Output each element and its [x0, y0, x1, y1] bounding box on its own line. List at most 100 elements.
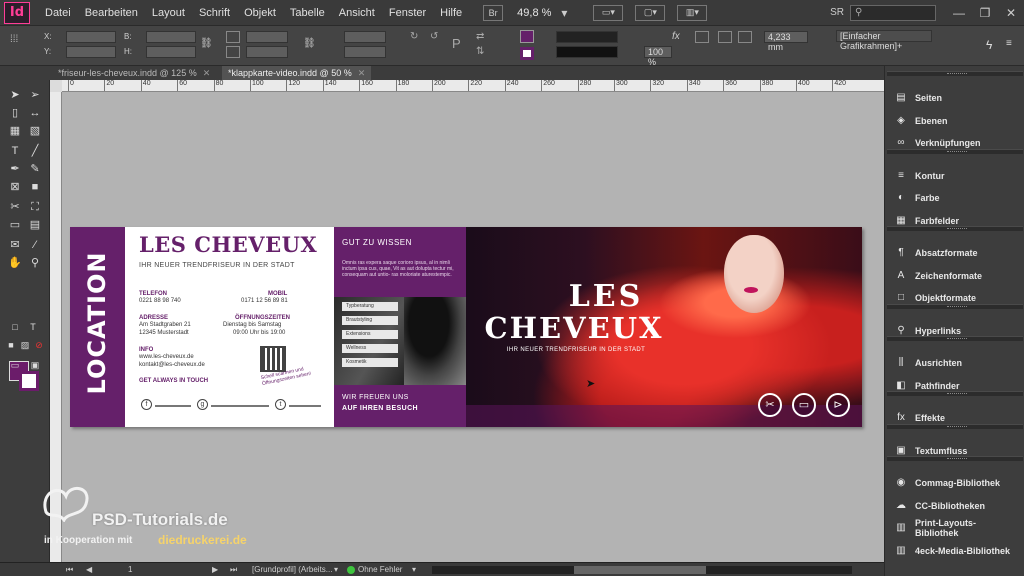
panel-group-separator[interactable]	[887, 71, 1023, 76]
menu-layout[interactable]: Layout	[145, 7, 192, 19]
panel-zeichenformate[interactable]: A Zeichenformate	[893, 268, 1019, 284]
constrain-proportions-icon[interactable]: ⛓	[200, 38, 214, 50]
note-tool-icon[interactable]: ✉	[8, 238, 22, 252]
trifold-spread[interactable]: LOCATION LES CHEVEUX IHR NEUER TRENDFRIS…	[70, 227, 862, 427]
normal-view-icon[interactable]: ▭	[8, 358, 22, 372]
panel-seiten[interactable]: ▤ Seiten	[893, 90, 1019, 106]
grip-handle[interactable]	[947, 458, 967, 460]
panel-ausrichten[interactable]: ⫼ Ausrichten	[893, 355, 1019, 371]
lightning-icon[interactable]: ϟ	[986, 38, 1000, 52]
stroke-swatch[interactable]	[19, 371, 39, 391]
ruler-origin[interactable]	[50, 80, 62, 92]
services-panel[interactable]: GUT ZU WISSEN Omnis ras expera saque cor…	[334, 227, 466, 427]
menu-bearbeiten[interactable]: Bearbeiten	[78, 7, 145, 19]
prev-page-icon[interactable]: ◀	[86, 565, 92, 574]
rotation-field[interactable]	[344, 31, 386, 43]
gradient-swatch-tool-icon[interactable]: ▭	[8, 218, 22, 232]
grip-handle[interactable]	[947, 393, 967, 395]
free-transform-tool-icon[interactable]: ⛶	[28, 200, 42, 214]
fit-content-icon[interactable]	[718, 31, 732, 43]
scrollbar-thumb[interactable]	[574, 566, 706, 574]
menu-hilfe[interactable]: Hilfe	[433, 7, 469, 19]
profile-dropdown[interactable]: [Grundprofil] (Arbeits...	[252, 565, 332, 574]
maximize-icon[interactable]: ❐	[972, 6, 998, 20]
panel-group-separator[interactable]	[887, 456, 1023, 461]
preflight-status[interactable]: Ohne Fehler	[358, 565, 402, 574]
direct-selection-tool-icon[interactable]: ➢	[28, 88, 42, 102]
chevron-down-icon[interactable]: ▾	[334, 565, 338, 574]
panel-absatzformate[interactable]: ¶ Absatzformate	[893, 245, 1019, 261]
hand-tool-icon[interactable]: ✋	[8, 256, 22, 270]
screen-mode-button[interactable]: ▢▾	[635, 4, 666, 21]
width-field[interactable]	[146, 31, 196, 43]
panel-farbe[interactable]: ◐ Farbe	[893, 190, 1019, 206]
close-icon[interactable]: ✕	[358, 68, 366, 78]
flip-vertical-icon[interactable]: ⇅	[476, 46, 490, 58]
menu-schrift[interactable]: Schrift	[192, 7, 237, 19]
apply-gradient-icon[interactable]: ▨	[18, 338, 32, 352]
panel-menu-icon[interactable]: ≡	[1006, 38, 1020, 50]
rectangle-frame-tool-icon[interactable]: ⊠	[8, 180, 22, 194]
gap-tool-icon[interactable]: ↔	[28, 106, 42, 120]
grip-handle[interactable]	[947, 305, 967, 308]
scissors-tool-icon[interactable]: ✂	[8, 200, 22, 214]
formatting-text-icon[interactable]: T	[26, 320, 40, 334]
pen-tool-icon[interactable]: ✒	[8, 162, 22, 176]
flip-horizontal-icon[interactable]: ⇄	[476, 31, 490, 43]
scale-y-field[interactable]	[246, 46, 288, 58]
menu-objekt[interactable]: Objekt	[237, 7, 283, 19]
grip-handle[interactable]	[947, 338, 967, 340]
apply-color-icon[interactable]: ■	[4, 338, 18, 352]
minimize-icon[interactable]: —	[946, 6, 972, 20]
object-style-dropdown[interactable]: [Einfacher Grafikrahmen]+	[836, 30, 932, 51]
gradient-feather-tool-icon[interactable]: ▤	[28, 218, 42, 232]
effects-fx-icon[interactable]: fx	[672, 31, 686, 43]
contact-panel[interactable]: LES CHEVEUX IHR NEUER TRENDFRISEUR IN DE…	[125, 227, 334, 427]
screen-mode-icon[interactable]: ▣	[28, 358, 42, 372]
location-panel[interactable]: LOCATION	[70, 227, 125, 427]
panel-4eck-media-bibliothek[interactable]: ▥ 4eck-Media-Bibliothek	[893, 543, 1019, 559]
type-tool-icon[interactable]: T	[8, 144, 22, 158]
cover-panel[interactable]: LES CHEVEUX IHR NEUER TRENDFRISEUR IN DE…	[466, 227, 862, 427]
height-field[interactable]	[146, 46, 196, 58]
chevron-down-icon[interactable]: ▾	[412, 565, 416, 574]
stroke-weight-field[interactable]: 4,233 mm	[764, 31, 808, 52]
grip-handle[interactable]	[947, 228, 967, 230]
stroke-style-field[interactable]	[556, 31, 618, 43]
view-options-button[interactable]: ▭▾	[593, 4, 624, 21]
zoom-dropdown-icon[interactable]: ▾	[551, 6, 577, 20]
grip-handle[interactable]	[947, 73, 967, 75]
selection-tool-icon[interactable]: ➤	[8, 88, 22, 102]
panel-print-layouts-bibliothek[interactable]: ▥ Print-Layouts-Bibliothek	[893, 518, 1019, 538]
panel-group-separator[interactable]	[887, 423, 1023, 429]
eyedropper-tool-icon[interactable]: ⁄	[28, 238, 42, 252]
close-icon[interactable]: ✕	[998, 6, 1024, 20]
zoom-level[interactable]: 49,8 %	[517, 7, 551, 19]
x-field[interactable]	[66, 31, 116, 43]
tab-klappkarte-video[interactable]: *klappkarte-video.indd @ 50 % ✕	[222, 66, 372, 80]
zoom-tool-icon[interactable]: ⚲	[28, 256, 42, 270]
panel-group-separator[interactable]	[887, 148, 1023, 154]
reference-point-icon[interactable]: ⁞⁞⁞	[10, 34, 24, 46]
fill-color-swatch[interactable]	[520, 30, 534, 43]
rotate-ccw-icon[interactable]: ↺	[430, 31, 444, 43]
tab-friseur-les-cheveux[interactable]: *friseur-les-cheveux.indd @ 125 % ✕	[52, 66, 216, 80]
page-tool-icon[interactable]: ▯	[8, 106, 22, 120]
panel-commag-bibliothek[interactable]: ◉ Commag-Bibliothek	[893, 475, 1019, 491]
opacity-field[interactable]: 100 %	[644, 46, 672, 67]
panel-group-separator[interactable]	[887, 226, 1023, 231]
next-page-icon[interactable]: ▶	[212, 565, 218, 574]
path-select-icon[interactable]: P	[452, 36, 466, 51]
workspace-switcher[interactable]: SR	[830, 7, 844, 18]
scale-x-field[interactable]	[246, 31, 288, 43]
stroke-type-field[interactable]	[556, 46, 618, 58]
menu-fenster[interactable]: Fenster	[382, 7, 433, 19]
menu-tabelle[interactable]: Tabelle	[283, 7, 332, 19]
panel-cc-bibliotheken[interactable]: ☁ CC-Bibliotheken	[893, 498, 1019, 514]
pencil-tool-icon[interactable]: ✎	[28, 162, 42, 176]
stroke-color-swatch[interactable]	[520, 47, 534, 60]
menu-datei[interactable]: Datei	[38, 7, 78, 19]
content-placer-icon[interactable]: ▧	[28, 124, 42, 138]
scale-link-icon[interactable]: ⛓	[303, 38, 317, 50]
line-tool-icon[interactable]: ╱	[28, 144, 42, 158]
